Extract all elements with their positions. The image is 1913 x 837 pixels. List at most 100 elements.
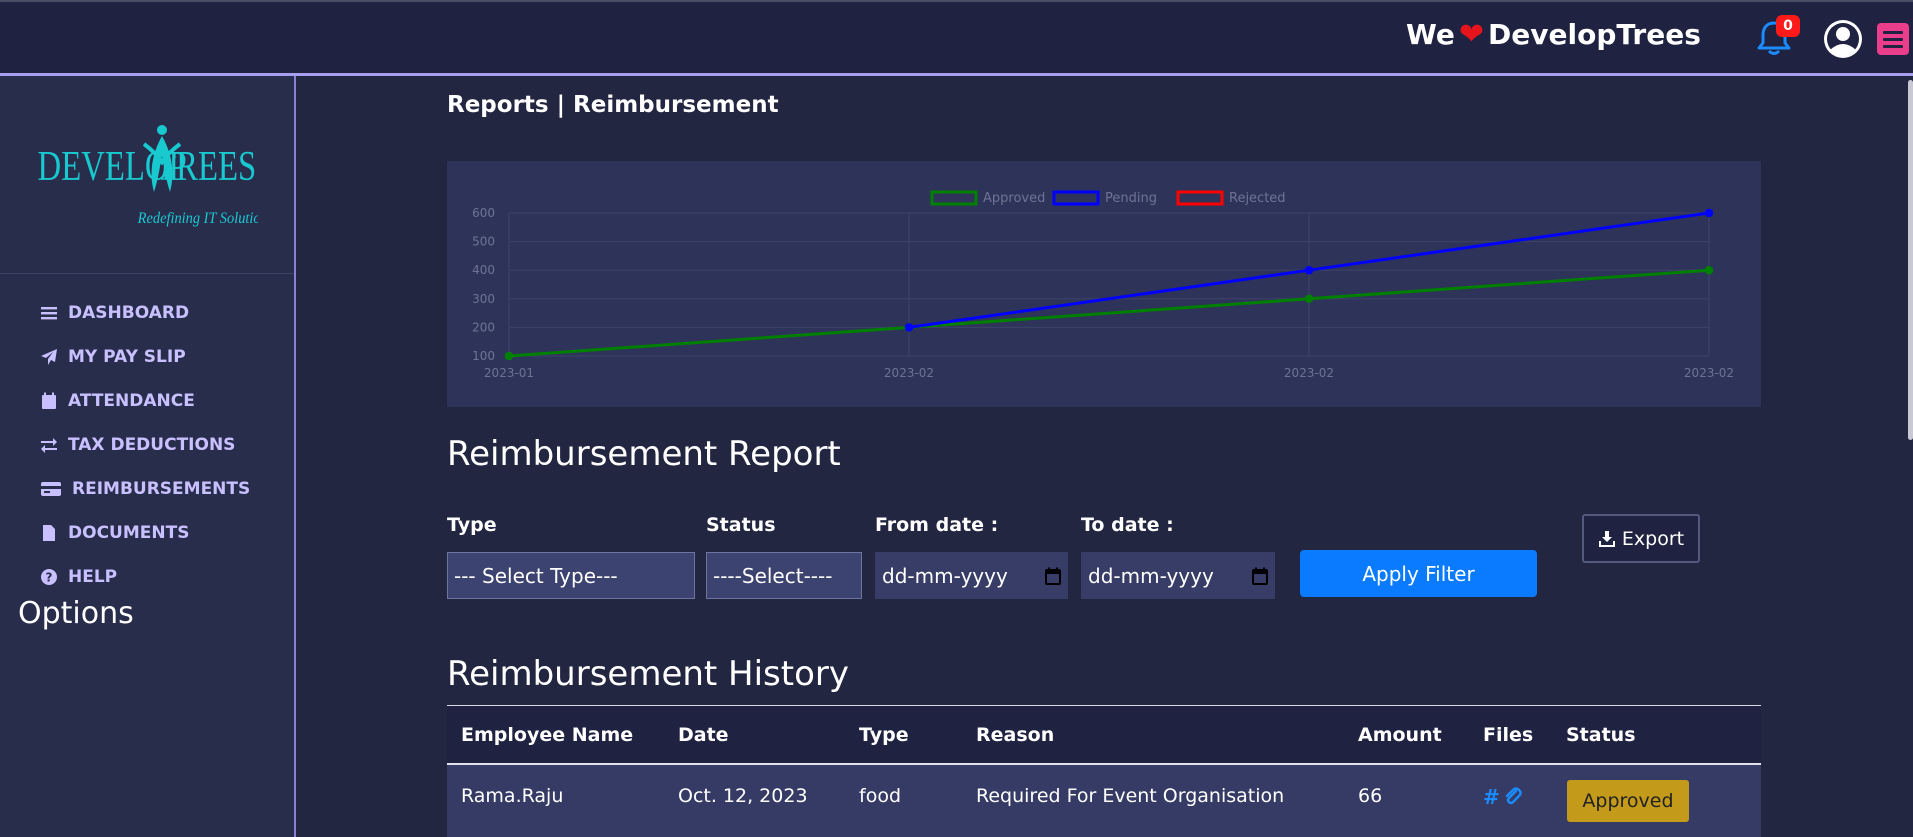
paperclip-icon[interactable]	[1504, 787, 1522, 807]
breadcrumb: Reports | Reimbursement	[447, 92, 779, 118]
sidebar-item-label: TAX DEDUCTIONS	[68, 435, 236, 455]
calendar-icon	[42, 392, 56, 409]
date-cell: Oct. 12, 2023	[678, 785, 808, 807]
sidebar-item-label: DOCUMENTS	[68, 523, 190, 543]
files-cell: #	[1483, 785, 1522, 809]
options-heading: Options	[18, 596, 134, 631]
sidebar-item-label: DASHBOARD	[68, 303, 190, 323]
status-badge: Approved	[1567, 780, 1689, 822]
file-link[interactable]: #	[1483, 785, 1500, 809]
heart-icon: ❤	[1458, 16, 1485, 52]
column-header: Files	[1483, 724, 1534, 746]
file-icon	[43, 525, 55, 541]
type-select[interactable]: --- Select Type---	[447, 552, 695, 599]
credit-card-icon	[41, 482, 61, 496]
sidebar-item-documents[interactable]: DOCUMENTS	[40, 511, 250, 555]
line-chart: 100 200 300 400 500 600 2023-01 2023-02 2023-02 2…	[472, 190, 1734, 380]
reimbursement-chart: 100 200 300 400 500 600 2023-01 2023-02 2023-02 2…	[447, 161, 1761, 407]
sidebar-item-label: ATTENDANCE	[68, 391, 195, 411]
brand-name: DevelopTrees	[1488, 18, 1701, 51]
y-tick-label: 600	[472, 206, 495, 220]
report-title: Reimbursement Report	[447, 434, 841, 474]
download-icon	[1598, 530, 1615, 547]
y-tick-label: 100	[472, 349, 495, 363]
type-filter-label: Type	[447, 514, 497, 536]
table-header: Employee Name Date Type Reason Amount Fi…	[447, 706, 1761, 765]
export-label: Export	[1621, 527, 1685, 550]
question-circle-icon: ?	[41, 569, 57, 585]
sidebar-item-label: HELP	[68, 567, 118, 587]
company-logo: DEVELOP TREES Redefining IT Solutions	[38, 125, 258, 227]
column-header: Status	[1566, 724, 1636, 746]
sidebar-item-reimbursements[interactable]: REIMBURSEMENTS	[40, 467, 250, 511]
sidebar-item-dashboard[interactable]: DASHBOARD	[40, 291, 250, 335]
legend-label: Rejected	[1229, 191, 1286, 206]
x-tick-label: 2023-02	[1684, 366, 1734, 380]
hamburger-icon-bar	[1883, 37, 1903, 41]
series-line-approved	[508, 268, 1710, 358]
brand-prefix: We	[1406, 18, 1455, 51]
top-navbar: We ❤ DevelopTrees 0	[0, 0, 1913, 76]
x-tick-label: 2023-02	[884, 366, 934, 380]
to-date-input[interactable]: dd-mm-yyyy	[1081, 552, 1275, 599]
table-row: Rama.Raju Oct. 12, 2023 food Required Fo…	[447, 765, 1761, 837]
sidebar-item-label: REIMBURSEMENTS	[72, 479, 251, 499]
x-tick-label: 2023-01	[484, 366, 534, 380]
employee-name-cell: Rama.Raju	[461, 785, 564, 807]
column-header: Employee Name	[461, 724, 634, 746]
status-select-value: ----Select----	[713, 563, 833, 588]
scrollbar-thumb[interactable]	[1908, 80, 1913, 440]
history-title: Reimbursement History	[447, 654, 850, 694]
data-point-pending	[1304, 265, 1314, 275]
status-filter-label: Status	[706, 514, 776, 536]
x-tick-label: 2023-02	[1284, 366, 1334, 380]
legend-label: Approved	[983, 191, 1045, 206]
legend-swatch-approved	[930, 190, 978, 206]
sidebar-item-help[interactable]: ? HELP	[40, 555, 250, 599]
data-point-pending	[904, 323, 914, 332]
type-select-value: --- Select Type---	[454, 563, 618, 588]
data-point-approved	[1704, 265, 1714, 275]
exchange-icon	[41, 438, 57, 453]
status-select[interactable]: ----Select----	[706, 552, 862, 599]
sidebar-divider	[0, 273, 294, 274]
column-header: Reason	[976, 724, 1055, 746]
hamburger-menu-button[interactable]	[1877, 23, 1909, 55]
to-date-label: To date :	[1081, 514, 1174, 536]
sidebar-item-attendance[interactable]: ATTENDANCE	[40, 379, 250, 423]
paper-plane-icon	[41, 349, 57, 365]
hamburger-icon	[1883, 30, 1903, 34]
y-tick-label: 400	[472, 263, 495, 277]
svg-text:?: ?	[46, 571, 53, 585]
calendar-icon[interactable]	[1252, 567, 1268, 585]
export-button[interactable]: Export	[1582, 514, 1700, 563]
sidebar: DEVELOP TREES Redefining IT Solutions DA…	[0, 76, 296, 837]
logo-tagline: Redefining IT Solutions	[137, 209, 258, 227]
data-point-approved	[504, 351, 514, 361]
reason-cell: Required For Event Organisation	[976, 785, 1285, 807]
to-date-placeholder: dd-mm-yyyy	[1088, 563, 1214, 588]
legend-swatch-rejected	[1176, 190, 1224, 206]
amount-cell: 66	[1358, 785, 1383, 807]
brand-tagline: We ❤ DevelopTrees	[1406, 18, 1701, 51]
sidebar-item-label: MY PAY SLIP	[68, 347, 186, 367]
type-cell: food	[859, 785, 901, 807]
user-circle-icon[interactable]	[1822, 18, 1864, 60]
bars-icon	[41, 307, 57, 320]
sidebar-nav: DASHBOARD MY PAY SLIP ATTENDANCE TAX DED…	[40, 291, 250, 599]
data-point-pending	[1704, 208, 1714, 218]
notification-count-badge: 0	[1776, 15, 1800, 37]
column-header: Type	[859, 724, 909, 746]
sidebar-item-my-pay-slip[interactable]: MY PAY SLIP	[40, 335, 250, 379]
calendar-icon[interactable]	[1045, 567, 1061, 585]
column-header: Amount	[1358, 724, 1442, 746]
apply-filter-button[interactable]: Apply Filter	[1300, 550, 1537, 597]
from-date-input[interactable]: dd-mm-yyyy	[875, 552, 1068, 599]
sidebar-item-tax-deductions[interactable]: TAX DEDUCTIONS	[40, 423, 250, 467]
legend-swatch-pending	[1052, 190, 1100, 206]
hamburger-icon-bar	[1883, 44, 1903, 48]
y-tick-label: 200	[472, 320, 495, 334]
y-tick-label: 300	[472, 292, 495, 306]
from-date-label: From date :	[875, 514, 999, 536]
data-point-approved	[1304, 294, 1314, 304]
